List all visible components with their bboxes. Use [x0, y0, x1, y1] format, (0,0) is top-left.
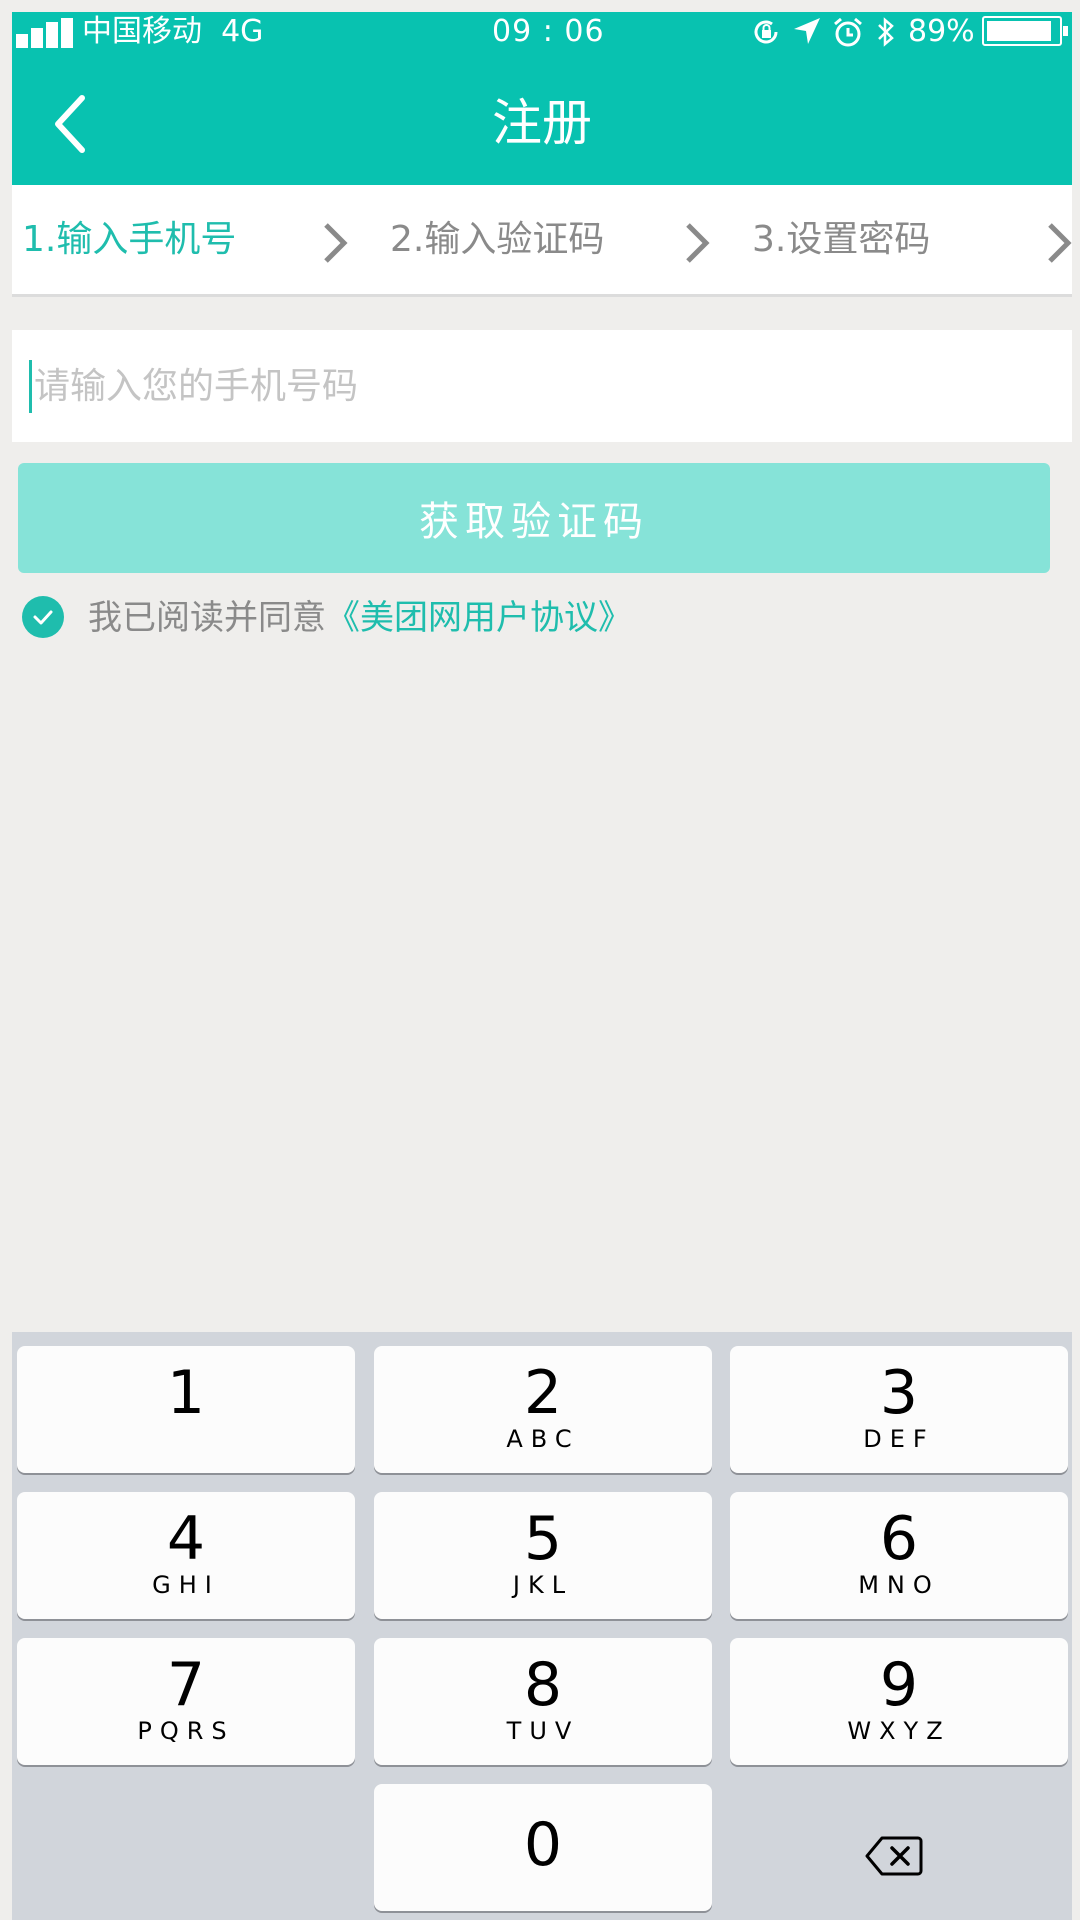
key-4[interactable]: 4 GHI — [17, 1492, 355, 1619]
phone-input-row — [12, 330, 1072, 442]
backspace-icon — [865, 1836, 923, 1876]
key-2[interactable]: 2 ABC — [374, 1346, 712, 1473]
key-8[interactable]: 8 TUV — [374, 1638, 712, 1765]
checkmark-icon — [33, 610, 53, 625]
step-indicator: 1.输入手机号 2.输入验证码 3.设置密码 — [12, 185, 1072, 297]
key-6[interactable]: 6 MNO — [730, 1492, 1068, 1619]
signal-icon — [16, 18, 86, 48]
phone-number-input[interactable] — [34, 344, 1034, 428]
battery-icon — [982, 16, 1068, 46]
top-bar: 中国移动 4G 09 : 06 89% 注册 — [12, 12, 1072, 185]
alarm-icon — [834, 17, 862, 47]
numeric-keypad: 1 2 ABC 3 DEF 4 GHI 5 JKL 6 MNO 7 PQRS 8… — [12, 1332, 1072, 1920]
step-2: 2.输入验证码 — [390, 219, 605, 260]
battery-percent: 89% — [908, 14, 975, 49]
key-9[interactable]: 9 WXYZ — [730, 1638, 1068, 1765]
key-1[interactable]: 1 — [17, 1346, 355, 1473]
chevron-right-icon — [686, 223, 710, 263]
page-title: 注册 — [492, 94, 592, 152]
battery-fill — [987, 21, 1051, 41]
key-3[interactable]: 3 DEF — [730, 1346, 1068, 1473]
chevron-right-icon — [1048, 223, 1072, 263]
carrier-label: 中国移动 4G — [82, 14, 264, 49]
location-arrow-icon — [794, 18, 820, 44]
rotation-lock-icon — [754, 20, 778, 44]
key-7[interactable]: 7 PQRS — [17, 1638, 355, 1765]
chevron-right-icon — [324, 223, 348, 263]
text-caret — [29, 360, 32, 413]
delete-key[interactable] — [724, 1792, 1062, 1919]
agreement-text: 我已阅读并同意《美团网用户协议》 — [88, 593, 632, 643]
key-0[interactable]: 0 — [374, 1784, 712, 1911]
status-bar: 中国移动 4G 09 : 06 89% — [12, 12, 1072, 52]
key-5[interactable]: 5 JKL — [374, 1492, 712, 1619]
bluetooth-icon — [878, 17, 894, 47]
agreement-prefix: 我已阅读并同意 — [88, 598, 326, 638]
clock: 09 : 06 — [492, 14, 605, 49]
network-type: 4G — [221, 14, 264, 49]
step-1: 1.输入手机号 — [22, 219, 237, 260]
get-verification-code-button[interactable]: 获取验证码 — [18, 463, 1050, 573]
user-agreement-link[interactable]: 《美团网用户协议》 — [326, 598, 632, 638]
step-3: 3.设置密码 — [752, 219, 931, 260]
agreement-checkbox[interactable] — [22, 596, 64, 638]
